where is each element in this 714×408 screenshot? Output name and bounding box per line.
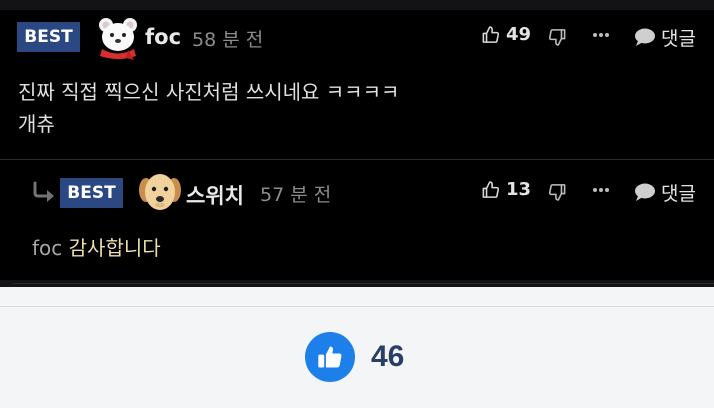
post-like-button[interactable] [305, 332, 355, 382]
divider [12, 283, 714, 284]
divider [0, 306, 714, 307]
speech-bubble-icon [635, 28, 655, 46]
like-count: 13 [506, 179, 532, 200]
reply-label: 댓글 [661, 28, 696, 50]
reply-text: 감사합니다 [68, 236, 161, 260]
more-options-button[interactable] [592, 32, 610, 38]
reply-arrow-icon [33, 181, 54, 202]
post-like-bar: 46 [305, 332, 404, 382]
reply-label: 댓글 [661, 183, 696, 205]
like-button[interactable]: 13 [481, 179, 531, 200]
reply-button[interactable]: 댓글 [634, 179, 696, 206]
more-options-button[interactable] [592, 187, 610, 193]
comment-author[interactable]: 스위치 [186, 180, 244, 210]
thumbs-down-outline-icon [548, 184, 566, 201]
comment-text: 진짜 직접 찍으신 사진처럼 쓰시네요 ㅋㅋㅋㅋ 개츄 [18, 76, 399, 140]
like-count: 49 [506, 24, 532, 45]
thumbs-up-outline-icon [482, 25, 500, 43]
dislike-button[interactable] [548, 182, 567, 202]
comment: BEST foc 58 분 전 49 댓글 진짜 직접 찍으신 사진처럼 쓰시네… [0, 10, 714, 159]
best-badge: BEST [17, 22, 80, 52]
comment-text-line: 개츄 [18, 112, 55, 136]
thumbs-up-outline-icon [482, 180, 500, 198]
ellipsis-icon [593, 33, 609, 37]
thumbs-up-icon [318, 346, 342, 368]
reply-comment: BEST 스위치 57 분 전 13 댓글 foc 감사합니다 [0, 160, 714, 283]
comment-author[interactable]: foc [145, 25, 181, 49]
speech-bubble-icon [635, 183, 655, 201]
ellipsis-icon [593, 188, 609, 192]
best-badge: BEST [60, 178, 123, 208]
post-like-count: 46 [371, 340, 405, 373]
thumbs-down-outline-icon [548, 29, 566, 46]
comment-timestamp: 58 분 전 [192, 29, 264, 51]
comment-timestamp: 57 분 전 [260, 184, 332, 206]
puppy-avatar[interactable] [138, 170, 182, 220]
like-button[interactable]: 49 [481, 24, 531, 45]
comment-text-line: 진짜 직접 찍으신 사진처럼 쓰시네요 ㅋㅋㅋㅋ [18, 80, 400, 104]
reply-button[interactable]: 댓글 [634, 24, 696, 51]
mention-link[interactable]: foc [32, 236, 62, 260]
comment-text: foc 감사합니다 [32, 232, 161, 264]
dislike-button[interactable] [548, 27, 567, 47]
polar-bear-avatar[interactable] [94, 16, 142, 64]
